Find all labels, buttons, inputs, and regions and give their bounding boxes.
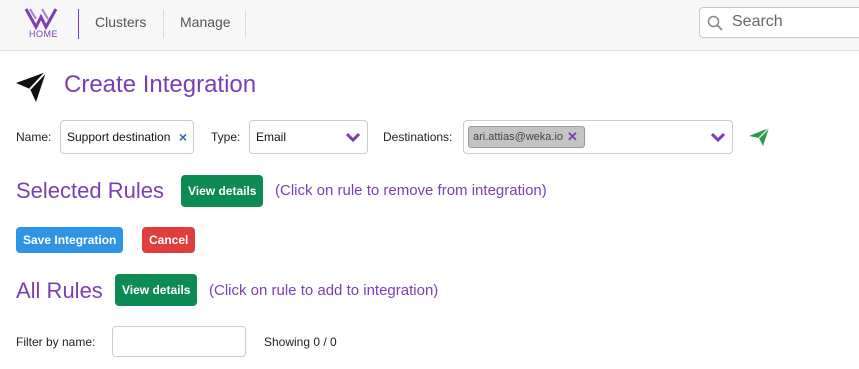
chevron-down-icon[interactable]: [711, 131, 725, 143]
selected-rules-hint: (Click on rule to remove from integratio…: [275, 182, 547, 199]
view-details-all-button[interactable]: View details: [115, 274, 198, 306]
name-field[interactable]: Support destination ×: [60, 120, 194, 154]
home-label[interactable]: HOME: [29, 29, 58, 39]
type-select[interactable]: Email: [249, 120, 368, 154]
view-details-selected-button[interactable]: View details: [181, 175, 264, 207]
page-title: Create Integration: [64, 71, 257, 98]
send-icon[interactable]: [748, 127, 770, 147]
nav-divider: [245, 10, 246, 38]
nav-clusters[interactable]: Clusters: [95, 14, 146, 30]
name-label: Name:: [16, 130, 52, 144]
search-icon: [707, 15, 723, 31]
logo-divider: [78, 9, 79, 39]
type-value: Email: [256, 130, 287, 144]
remove-tag-icon[interactable]: ✕: [567, 129, 578, 145]
nav-manage[interactable]: Manage: [180, 14, 231, 30]
paper-plane-icon: [16, 71, 47, 102]
top-navbar: HOME Clusters Manage: [0, 0, 859, 51]
destinations-multiselect[interactable]: ari.attias@weka.io ✕: [463, 120, 733, 154]
destinations-label: Destinations:: [383, 130, 453, 144]
all-rules-title: All Rules: [16, 278, 103, 303]
type-label: Type:: [211, 130, 241, 144]
clear-icon[interactable]: ×: [179, 129, 187, 145]
name-value[interactable]: Support destination: [67, 130, 170, 144]
save-integration-button[interactable]: Save Integration: [16, 227, 124, 253]
search-box[interactable]: [699, 7, 859, 38]
all-rules-hint: (Click on rule to add to integration): [209, 282, 439, 299]
cancel-button[interactable]: Cancel: [142, 227, 196, 253]
filter-input[interactable]: [112, 326, 246, 357]
selected-rules-title: Selected Rules: [16, 178, 164, 203]
destination-tag: ari.attias@weka.io ✕: [468, 126, 585, 148]
showing-count: Showing 0 / 0: [264, 335, 337, 349]
search-input[interactable]: [730, 12, 859, 32]
filter-label: Filter by name:: [16, 335, 96, 349]
chevron-down-icon[interactable]: [346, 131, 360, 143]
destination-tag-label: ari.attias@weka.io: [473, 131, 564, 143]
nav-divider: [163, 10, 164, 38]
